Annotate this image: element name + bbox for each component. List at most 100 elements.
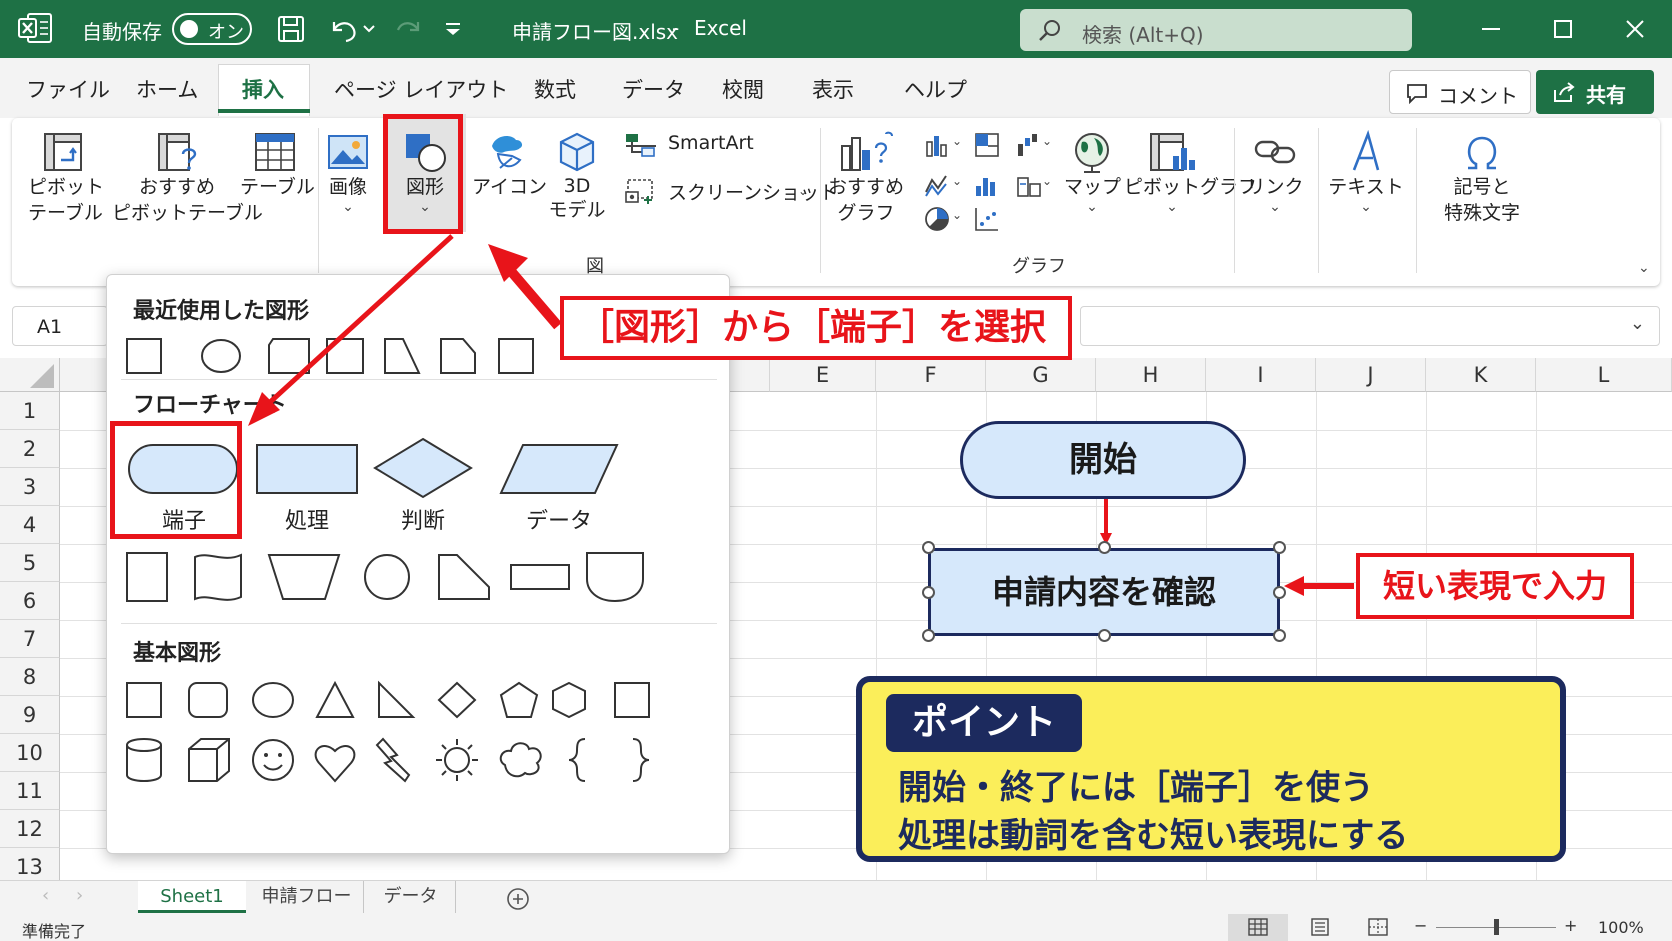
screenshot-label[interactable]: スクリーンショット [668, 178, 838, 205]
tab-home[interactable]: ホーム [136, 74, 198, 104]
tab-view[interactable]: 表示 [812, 74, 854, 104]
tab-help[interactable]: ヘルプ [904, 74, 967, 104]
scatter-chart-icon[interactable] [974, 206, 1000, 232]
pie-chart-icon[interactable] [924, 206, 950, 232]
row-header-8[interactable]: 8 [0, 658, 60, 696]
data-shape[interactable] [497, 441, 621, 497]
resize-handle[interactable] [1098, 541, 1111, 554]
resize-handle[interactable] [922, 629, 935, 642]
pivot-table-button[interactable]: ピボット テーブル [28, 130, 105, 226]
resize-handle[interactable] [1273, 541, 1286, 554]
image-button[interactable]: 画像 ⌄ [320, 130, 376, 214]
comment-button[interactable]: コメント [1389, 70, 1531, 114]
waterfall-chart-icon[interactable] [1016, 132, 1042, 158]
link-button[interactable]: リンク ⌄ [1240, 130, 1310, 214]
sheet-tab-data[interactable]: データ [366, 881, 456, 913]
tab-formulas[interactable]: 数式 [534, 74, 576, 104]
data-label: データ [525, 509, 592, 534]
flowchart-start-terminator[interactable]: 開始 [960, 421, 1246, 499]
point-line-2: 処理は動詞を含む短い表現にする [898, 816, 1409, 856]
scroll-right-icon[interactable]: › [76, 885, 83, 906]
resize-handle[interactable] [1273, 629, 1286, 642]
row-header-5[interactable]: 5 [0, 544, 60, 582]
select-all-corner[interactable] [0, 358, 60, 392]
maximize-icon[interactable] [1548, 14, 1578, 44]
column-header-f[interactable]: F [876, 358, 986, 392]
recommended-chart-button[interactable]: おすすめ グラフ [826, 130, 906, 226]
column-header-k[interactable]: K [1426, 358, 1536, 392]
close-icon[interactable] [1620, 14, 1650, 44]
column-header-e[interactable]: E [770, 358, 876, 392]
page-break-view-icon[interactable] [1368, 918, 1388, 936]
row-header-6[interactable]: 6 [0, 582, 60, 620]
column-header-j[interactable]: J [1316, 358, 1426, 392]
ribbon-collapse-chevron-icon[interactable]: ⌄ [1638, 260, 1650, 276]
search-box[interactable]: 検索 (Alt+Q) [1020, 9, 1412, 51]
autosave-toggle[interactable]: オン [172, 13, 252, 45]
row-header-1[interactable]: 1 [0, 392, 60, 430]
table-button[interactable]: テーブル [240, 130, 315, 200]
row-header-11[interactable]: 11 [0, 772, 60, 810]
row-header-3[interactable]: 3 [0, 468, 60, 506]
formula-expand-chevron-icon[interactable]: ⌄ [1630, 313, 1645, 334]
column-header-h[interactable]: H [1096, 358, 1206, 392]
row-header-9[interactable]: 9 [0, 696, 60, 734]
icons-button[interactable]: アイコン [472, 130, 547, 200]
row-header-4[interactable]: 4 [0, 506, 60, 544]
resize-handle[interactable] [922, 586, 935, 599]
tab-file[interactable]: ファイル [26, 74, 110, 104]
process-shape[interactable] [253, 441, 361, 497]
pivot-table-label-1: ピボット [28, 176, 105, 198]
tab-data[interactable]: データ [622, 74, 685, 104]
save-icon[interactable] [274, 12, 308, 46]
formula-bar[interactable]: ⌄ [1080, 306, 1660, 346]
smartart-label[interactable]: SmartArt [668, 132, 754, 154]
resize-handle[interactable] [922, 541, 935, 554]
column-header-i[interactable]: I [1206, 358, 1316, 392]
zoom-out-icon[interactable]: − [1414, 916, 1427, 935]
zoom-in-icon[interactable]: + [1564, 916, 1577, 935]
combo-chart-icon[interactable] [1016, 172, 1042, 198]
row-header-7[interactable]: 7 [0, 620, 60, 658]
hierarchy-chart-icon[interactable] [974, 132, 1000, 158]
row-header-10[interactable]: 10 [0, 734, 60, 772]
line-chart-icon[interactable] [924, 172, 950, 198]
tab-insert[interactable]: 挿入 [242, 74, 284, 104]
recommended-pivot-button[interactable]: おすすめ ピボットテーブル [112, 130, 263, 226]
sheet-tab-application-flow[interactable]: 申請フロー [250, 881, 364, 913]
map-button[interactable]: マップ ⌄ [1064, 130, 1121, 214]
row-header-12[interactable]: 12 [0, 810, 60, 848]
page-layout-view-icon[interactable] [1310, 918, 1330, 936]
sheet-tab-sheet1[interactable]: Sheet1 [138, 881, 246, 913]
tab-page-layout[interactable]: ページ レイアウト [334, 74, 508, 104]
name-box[interactable]: A1 [12, 306, 108, 346]
statistic-chart-icon[interactable] [974, 172, 1000, 198]
pivot-chart-button[interactable]: ピボットグラフ ⌄ [1124, 130, 1257, 214]
text-button[interactable]: テキスト ⌄ [1326, 130, 1406, 214]
zoom-slider-thumb[interactable] [1494, 919, 1499, 935]
row-header-13[interactable]: 13 [0, 848, 60, 880]
normal-view-icon[interactable] [1248, 918, 1268, 936]
scroll-left-icon[interactable]: ‹ [42, 885, 49, 906]
undo-dropdown-chevron-icon[interactable] [360, 12, 394, 46]
decision-shape[interactable] [371, 435, 475, 501]
resize-handle[interactable] [1273, 586, 1286, 599]
flowchart-process-box[interactable]: 申請内容を確認 [928, 548, 1280, 636]
column-chart-icon[interactable] [924, 132, 950, 158]
pie-chart-chevron-icon: ⌄ [952, 208, 963, 222]
symbols-button[interactable]: 記号と 特殊文字 [1432, 130, 1532, 226]
basic-shapes-row-1[interactable] [123, 679, 683, 723]
resize-handle[interactable] [1098, 629, 1111, 642]
zoom-level[interactable]: 100% [1598, 918, 1644, 937]
tab-review[interactable]: 校閲 [722, 74, 764, 104]
column-header-l[interactable]: L [1536, 358, 1672, 392]
share-button[interactable]: 共有 [1536, 70, 1654, 114]
customize-toolbar-icon[interactable] [436, 12, 470, 46]
undo-icon[interactable] [326, 12, 360, 46]
basic-shapes-row-2[interactable] [123, 735, 683, 785]
add-sheet-icon[interactable] [506, 887, 530, 911]
column-header-g[interactable]: G [986, 358, 1096, 392]
flowchart-shapes-row-2[interactable] [123, 549, 683, 605]
minimize-icon[interactable] [1476, 14, 1506, 44]
row-header-2[interactable]: 2 [0, 430, 60, 468]
